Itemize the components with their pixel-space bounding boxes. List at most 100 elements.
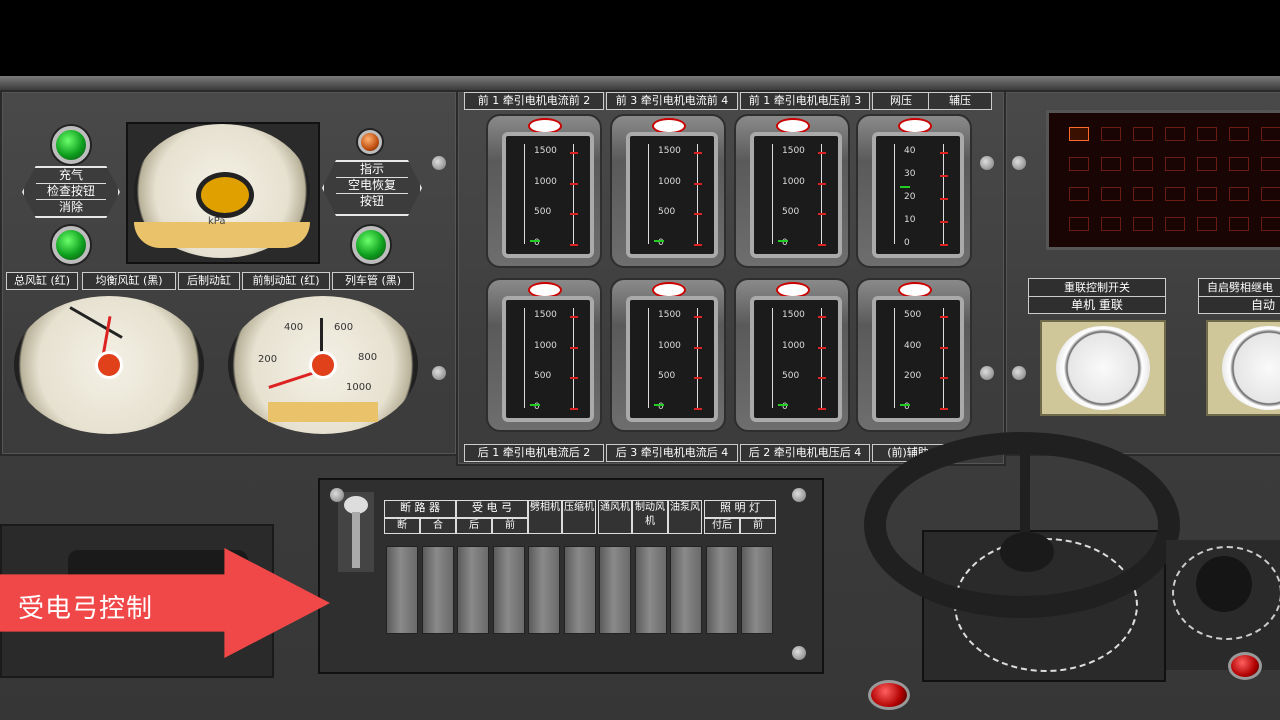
- panel-ridge: [0, 76, 1280, 90]
- meter-tick: [694, 346, 702, 349]
- meter-tick: [940, 198, 948, 200]
- meter-tick: [940, 316, 948, 318]
- charge-check-button[interactable]: 充气 检查按钮 消除: [22, 166, 120, 218]
- meter-tick: [694, 152, 702, 154]
- meter-tick-label: 1000: [534, 340, 557, 351]
- meter-tick: [570, 244, 578, 246]
- button-label: 按钮: [359, 194, 384, 208]
- red-push-button-right[interactable]: [1228, 652, 1262, 680]
- toggle-key-9[interactable]: [670, 546, 702, 634]
- meter-tick: [818, 316, 826, 318]
- toggle-key-8[interactable]: [634, 546, 667, 634]
- toggle-key-10[interactable]: [705, 546, 738, 634]
- check-label: 检查按钮: [36, 184, 106, 200]
- alarm-indicator-cell: [1133, 157, 1153, 171]
- alarm-indicator-cell: [1197, 217, 1217, 231]
- toggle-key-1[interactable]: [386, 546, 418, 634]
- switch-sub-label: 合: [420, 518, 456, 534]
- meter-needle: [530, 404, 540, 406]
- meter-tick-label: 1000: [782, 176, 805, 187]
- meter-scale: [772, 144, 822, 244]
- meter-tick-label: 1000: [534, 176, 557, 187]
- meter-face: 500 400 200 0: [872, 296, 964, 422]
- meter-tick-label: 1000: [782, 340, 805, 351]
- meter-needle: [900, 186, 910, 188]
- coupling-title: 重联控制开关: [1064, 281, 1130, 294]
- gauge-center-cap-2: [309, 351, 337, 379]
- split-phase-title: 自启劈相继电: [1207, 281, 1273, 294]
- meter-front-1: 1500 1000 500 0: [486, 114, 602, 268]
- alarm-indicator-cell: [1101, 157, 1121, 171]
- toggle-key-11[interactable]: [741, 546, 773, 634]
- meter-face: 1500 1000 500 0: [626, 296, 718, 422]
- meter-needle: [900, 404, 910, 406]
- meter-needle: [778, 404, 788, 406]
- meter-tick-label: 30: [904, 169, 916, 179]
- meter-tick-label: 500: [782, 207, 800, 218]
- toggle-key-2[interactable]: [421, 546, 454, 634]
- screw: [432, 366, 446, 380]
- right-dial-knob[interactable]: [1196, 556, 1252, 612]
- tick-400: 400: [284, 322, 304, 333]
- meter-front-2: 1500 1000 500 0: [610, 114, 726, 268]
- screw: [980, 156, 994, 170]
- meter-face: 1500 1000 500 0: [502, 296, 594, 422]
- switch-group-label: 照 明 灯: [704, 500, 776, 518]
- toggle-key-6[interactable]: [563, 546, 596, 634]
- split-phase-option: 自动: [1199, 296, 1280, 313]
- switch-lever[interactable]: [338, 492, 374, 572]
- alarm-indicator-cell: [1229, 127, 1249, 141]
- meter-tick: [570, 346, 578, 349]
- alarm-indicator-cell: [1165, 217, 1185, 231]
- meter-tick-label: 1500: [534, 146, 557, 156]
- meter-tick-label: 20: [904, 192, 916, 202]
- toggle-key-5[interactable]: [528, 546, 560, 634]
- tick-600: 600: [334, 322, 354, 333]
- tick-200: 200: [258, 354, 278, 365]
- meter-tick: [818, 244, 826, 246]
- label-main-reservoir: 总风缸 (红): [6, 272, 78, 290]
- tick-800: 800: [358, 352, 378, 363]
- meter-face: 40 30 20 10 0: [872, 132, 964, 258]
- letterbox-top: [0, 0, 1280, 76]
- meter-needle: [530, 240, 540, 242]
- steering-handwheel[interactable]: [864, 432, 1180, 618]
- meter-tick: [940, 408, 948, 410]
- switch-group-label: 断 路 器: [384, 500, 456, 518]
- meter-front-4: 40 30 20 10 0: [856, 114, 972, 268]
- pressure-gauge: kPa: [134, 124, 310, 258]
- indicator-reset-button[interactable]: 指示 空电恢复 按钮: [322, 160, 422, 216]
- toggle-key-3[interactable]: [457, 546, 489, 634]
- split-phase-knob[interactable]: [1222, 326, 1280, 410]
- toggle-key-4[interactable]: [492, 546, 525, 634]
- coupling-knob[interactable]: [1056, 326, 1150, 410]
- charge-label: 充气: [36, 168, 106, 184]
- red-push-button[interactable]: [868, 680, 910, 710]
- alarm-indicator-cell: [1101, 127, 1121, 141]
- screw: [432, 156, 446, 170]
- gauge-center-cap: [95, 351, 123, 379]
- switch-group-label: 压缩机: [562, 500, 596, 534]
- meter-tick: [940, 152, 948, 154]
- coupling-switch-label: 重联控制开关 单机 重联: [1028, 278, 1166, 314]
- switch-group-label: 受 电 弓: [456, 500, 528, 518]
- toggle-key-7[interactable]: [599, 546, 631, 634]
- alarm-indicator-cell: [1261, 217, 1280, 231]
- meter-face: 1500 1000 500 0: [502, 132, 594, 258]
- alarm-indicator-cell: [1229, 187, 1249, 201]
- meter-scale: [894, 144, 944, 244]
- gauge-hub: [196, 172, 254, 218]
- meter-needle: [654, 404, 664, 406]
- meter-needle: [778, 240, 788, 242]
- indicator-label: 指示: [336, 162, 408, 178]
- meter-tick-label: 500: [658, 371, 676, 382]
- meter-tick-label: 200: [904, 371, 922, 382]
- meter-tick-label: 1500: [782, 146, 805, 156]
- meter-tick: [694, 244, 702, 246]
- meter-tick: [818, 213, 826, 216]
- coupling-knob-box: [1040, 320, 1166, 416]
- green-lamp-bottom: [52, 226, 90, 264]
- screw: [980, 366, 994, 380]
- alarm-indicator-cell: [1197, 127, 1217, 141]
- alarm-indicator-cell: [1133, 187, 1153, 201]
